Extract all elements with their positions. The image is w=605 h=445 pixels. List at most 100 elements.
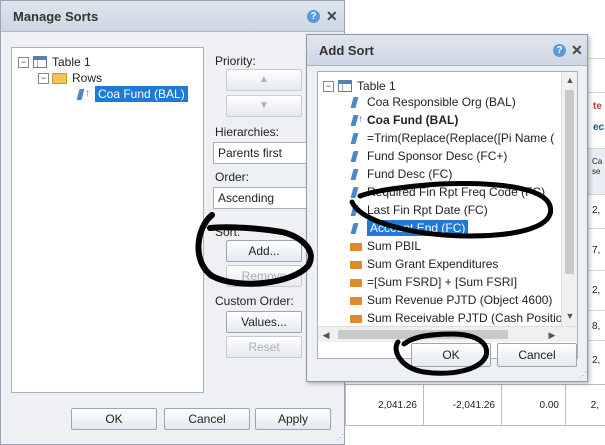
dimension-icon bbox=[76, 89, 85, 100]
scroll-left-icon[interactable]: ◀ bbox=[318, 327, 334, 343]
custom-order-label: Custom Order: bbox=[215, 294, 294, 308]
available-object-label: Sum Revenue PJTD (Object 4600) bbox=[367, 293, 553, 307]
manage-sorts-dialog: Manage Sorts ? ✕ − Table 1 − Rows ↑ Coa … bbox=[0, 0, 345, 445]
resize-grip-icon[interactable]: ⋰ bbox=[579, 371, 587, 380]
dimension-icon bbox=[350, 97, 359, 108]
available-object-item[interactable]: Sum Grant Expenditures bbox=[348, 256, 558, 272]
hierarchies-select[interactable]: Parents first bbox=[213, 142, 313, 164]
available-object-label: Fund Sponsor Desc (FC+) bbox=[367, 149, 508, 163]
available-object-label: Coa Fund (BAL) bbox=[367, 113, 459, 127]
available-object-item[interactable]: ↑ Coa Fund (BAL) bbox=[348, 112, 558, 128]
background-total-row: 2,041.26 -2,041.26 0.00 2, bbox=[345, 384, 605, 445]
available-object-item[interactable]: Fund Sponsor Desc (FC+) bbox=[348, 148, 558, 164]
help-icon[interactable]: ? bbox=[553, 44, 566, 57]
add-sort-ok-button[interactable]: OK bbox=[411, 343, 491, 367]
dimension-icon bbox=[350, 205, 359, 216]
scrollbar-thumb[interactable] bbox=[338, 330, 508, 339]
tree-node-table[interactable]: − Table 1 bbox=[323, 78, 553, 94]
available-object-label: Required Fin Rpt Freq Code (FC) bbox=[367, 185, 546, 199]
available-object-item[interactable]: Account End (FC) bbox=[348, 220, 558, 236]
available-object-item[interactable]: Sum PBIL bbox=[348, 238, 558, 254]
scroll-up-icon[interactable]: ▲ bbox=[562, 72, 577, 88]
available-object-item[interactable]: =Trim(Replace(Replace([Pi Name ( bbox=[348, 130, 558, 146]
arrow-down-icon: ▼ bbox=[259, 100, 269, 111]
add-sort-titlebar[interactable]: Add Sort ? ✕ bbox=[307, 35, 587, 66]
priority-label: Priority: bbox=[215, 54, 256, 68]
resize-grip-icon[interactable]: ⋰ bbox=[336, 433, 344, 442]
scroll-down-icon[interactable]: ▼ bbox=[562, 308, 577, 324]
folder-open-icon bbox=[52, 73, 67, 84]
add-sort-cancel-button[interactable]: Cancel bbox=[497, 343, 577, 367]
available-object-item[interactable]: Sum Receivable PJTD (Cash Positio bbox=[348, 310, 562, 326]
horizontal-scrollbar[interactable]: ◀ ▶ bbox=[318, 326, 577, 342]
remove-sort-button[interactable]: Remove bbox=[226, 265, 302, 287]
help-icon[interactable]: ? bbox=[307, 10, 320, 23]
tree-node-label: Table 1 bbox=[357, 79, 396, 93]
sheet-cell: 2,041.26 bbox=[345, 384, 423, 426]
apply-button[interactable]: Apply bbox=[255, 408, 331, 430]
available-object-item[interactable]: Last Fin Rpt Date (FC) bbox=[348, 202, 558, 218]
tree-node-sorted-dimension[interactable]: ↑ Coa Fund (BAL) bbox=[76, 86, 201, 102]
move-down-button[interactable]: ▼ bbox=[226, 95, 302, 117]
collapse-icon[interactable]: − bbox=[18, 57, 29, 68]
measure-icon bbox=[350, 279, 362, 287]
sort-list-tree[interactable]: − Table 1 − Rows ↑ Coa Fund (BAL) bbox=[11, 47, 204, 393]
available-object-item[interactable]: =[Sum FSRD] + [Sum FSRI] bbox=[348, 274, 558, 290]
tree-node-table[interactable]: − Table 1 bbox=[18, 54, 198, 70]
reset-button[interactable]: Reset bbox=[226, 336, 302, 358]
available-object-label: Account End (FC) bbox=[367, 220, 469, 236]
add-sort-button[interactable]: Add... bbox=[226, 240, 302, 262]
arrow-up-icon: ▲ bbox=[259, 74, 269, 85]
available-object-label: Last Fin Rpt Date (FC) bbox=[367, 203, 488, 217]
dimension-icon bbox=[350, 223, 359, 234]
sheet-cell: -2,041.26 bbox=[423, 384, 501, 426]
available-object-label: =[Sum FSRD] + [Sum FSRI] bbox=[367, 275, 518, 289]
measure-icon bbox=[350, 243, 362, 251]
order-label: Order: bbox=[215, 170, 250, 184]
available-objects-tree[interactable]: − Table 1 Coa Responsible Org (BAL) ↑ Coa … bbox=[317, 71, 578, 359]
available-object-label: Fund Desc (FC) bbox=[367, 167, 453, 181]
available-object-item[interactable]: Required Fin Rpt Freq Code (FC) bbox=[348, 184, 558, 200]
order-select[interactable]: Ascending bbox=[213, 187, 313, 209]
close-icon[interactable]: ✕ bbox=[326, 9, 338, 23]
cancel-button[interactable]: Cancel bbox=[164, 408, 250, 430]
sheet-cell: 7, bbox=[592, 245, 601, 256]
ok-button[interactable]: OK bbox=[71, 408, 157, 430]
sort-ascending-icon: ↑ bbox=[358, 114, 363, 125]
sheet-cell: 2, bbox=[592, 355, 601, 366]
sheet-cell: 2, bbox=[592, 285, 601, 296]
available-object-label: Sum PBIL bbox=[367, 239, 422, 253]
manage-sorts-titlebar[interactable]: Manage Sorts ? ✕ bbox=[1, 1, 344, 32]
available-object-item[interactable]: Coa Responsible Org (BAL) bbox=[348, 94, 558, 110]
available-object-label: Coa Responsible Org (BAL) bbox=[367, 95, 516, 109]
dimension-icon bbox=[350, 169, 359, 180]
vertical-scrollbar[interactable]: ▲ ▼ bbox=[561, 72, 577, 326]
close-icon[interactable]: ✕ bbox=[571, 43, 583, 57]
dimension-icon bbox=[350, 133, 359, 144]
sheet-cell: Ca bbox=[592, 157, 603, 166]
move-up-button[interactable]: ▲ bbox=[226, 69, 302, 91]
sheet-cell: te bbox=[593, 101, 602, 112]
scrollbar-thumb[interactable] bbox=[565, 90, 574, 274]
measure-icon bbox=[350, 315, 362, 323]
table-icon bbox=[338, 80, 352, 92]
collapse-icon[interactable]: − bbox=[38, 73, 49, 84]
values-button[interactable]: Values... bbox=[226, 311, 302, 333]
available-object-label: Sum Receivable PJTD (Cash Positio bbox=[367, 311, 563, 325]
measure-icon bbox=[350, 297, 362, 305]
available-object-label: =Trim(Replace(Replace([Pi Name ( bbox=[367, 131, 555, 145]
dimension-icon bbox=[350, 151, 359, 162]
tree-node-label: Coa Fund (BAL) bbox=[95, 86, 188, 102]
collapse-icon[interactable]: − bbox=[323, 81, 334, 92]
available-object-item[interactable]: Sum Revenue PJTD (Object 4600) bbox=[348, 292, 558, 308]
sort-ascending-icon: ↑ bbox=[85, 88, 90, 99]
sheet-cell: ec bbox=[593, 122, 605, 133]
tree-node-rows[interactable]: − Rows bbox=[38, 70, 198, 86]
dialog-title: Add Sort bbox=[319, 43, 374, 58]
available-object-item[interactable]: Fund Desc (FC) bbox=[348, 166, 558, 182]
add-sort-dialog: Add Sort ? ✕ − Table 1 Coa Responsible O… bbox=[306, 34, 588, 382]
scroll-right-icon[interactable]: ▶ bbox=[544, 327, 560, 343]
sheet-cell: 2, bbox=[592, 205, 601, 216]
table-icon bbox=[33, 56, 47, 68]
tree-node-label: Rows bbox=[72, 71, 103, 85]
